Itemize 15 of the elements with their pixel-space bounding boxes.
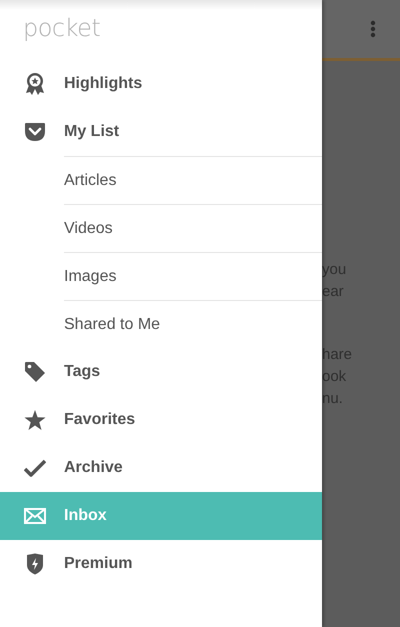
drawer-item[interactable]: Archive [0, 444, 322, 492]
drawer-item[interactable]: My List [0, 108, 322, 156]
drawer-item[interactable]: Tags [0, 348, 322, 396]
drawer-item[interactable]: Premium [0, 540, 322, 588]
drawer-item[interactable]: Favorites [0, 396, 322, 444]
more-options-icon[interactable] [370, 20, 376, 38]
pocket-logo: pocket [23, 14, 100, 44]
star-icon [24, 410, 46, 430]
checkmark-icon [24, 459, 46, 477]
tag-icon [24, 361, 46, 383]
ribbon-badge-icon [24, 72, 46, 96]
lightning-shield-icon [25, 553, 45, 575]
pocket-icon [24, 122, 46, 142]
drawer-item[interactable]: Highlights [0, 60, 322, 108]
envelope-icon [24, 508, 46, 524]
